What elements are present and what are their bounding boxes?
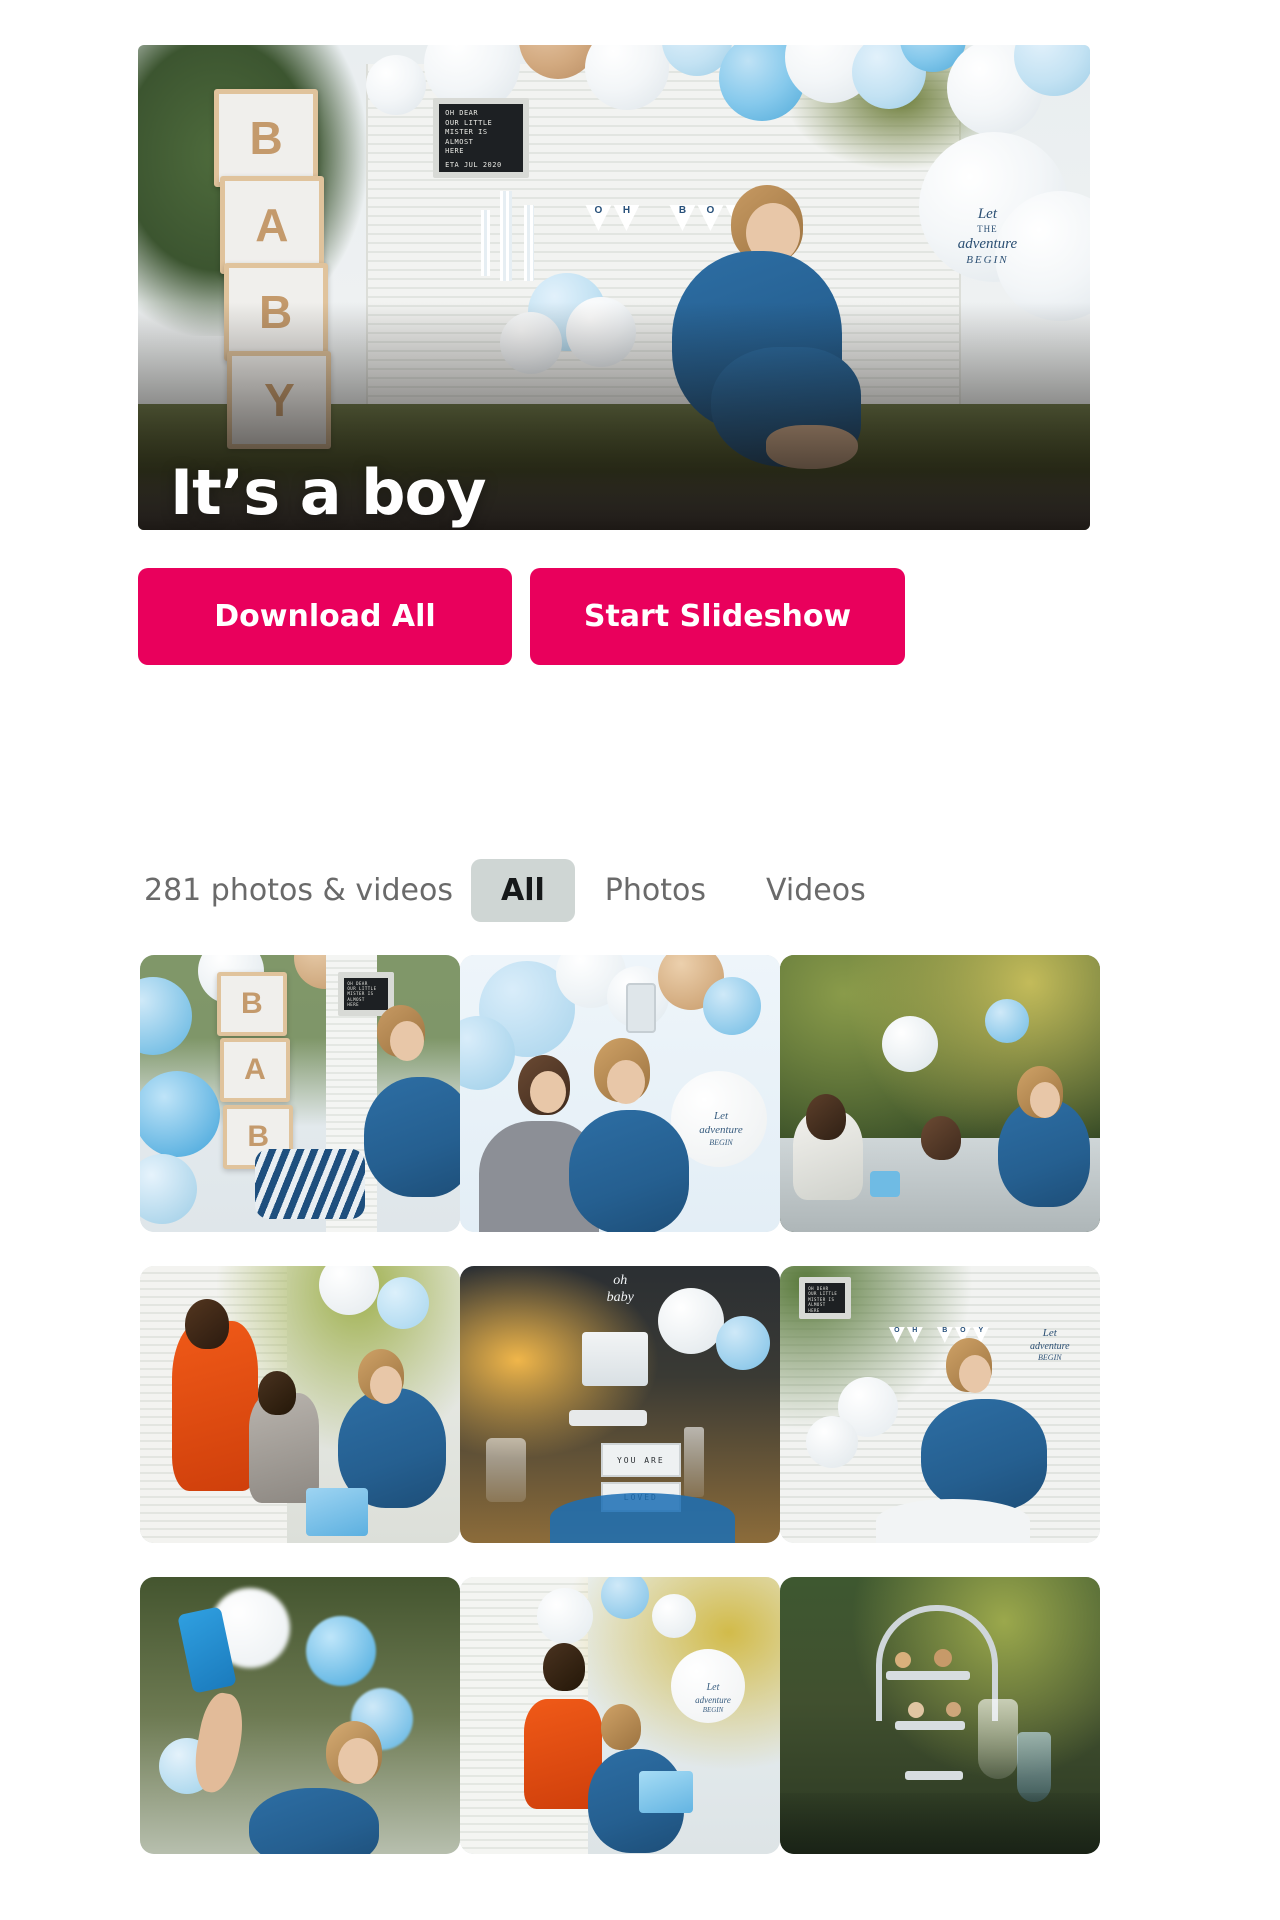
media-count-label: 281 photos & videos	[144, 872, 453, 908]
photo-grid: B A B OH DEAR OUR LITTLE MISTER IS ALMOST H…	[140, 955, 1100, 1854]
thumbnail-3[interactable]	[780, 955, 1100, 1232]
start-slideshow-button[interactable]: Start Slideshow	[530, 568, 905, 665]
download-all-button[interactable]: Download All	[138, 568, 512, 665]
thumbnail-5[interactable]: ohbaby YOU ARE LOVED	[460, 1266, 780, 1543]
letterboard-sign: OH DEAR OUR LITTLE MISTER IS ALMOST HERE…	[433, 98, 530, 179]
tab-photos[interactable]: Photos	[575, 859, 736, 922]
gallery-tabs: All Photos Videos	[471, 858, 896, 922]
thumbnail-8[interactable]: Let adventure BEGIN	[460, 1577, 780, 1854]
hero-banner[interactable]: OH DEAR OUR LITTLE MISTER IS ALMOST HERE…	[138, 45, 1090, 530]
tab-all[interactable]: All	[471, 858, 575, 922]
thumbnail-4[interactable]	[140, 1266, 460, 1543]
thumbnail-1[interactable]: B A B OH DEAR OUR LITTLE MISTER IS ALMOST H…	[140, 955, 460, 1232]
hero-title: It’s a boy	[170, 456, 487, 529]
thumbnail-7[interactable]	[140, 1577, 460, 1854]
gallery-filter-bar: 281 photos & videos All Photos Videos	[144, 845, 1084, 935]
thumbnail-6[interactable]: OH DEAR OUR LITTLE MISTER IS ALMOST HERE O …	[780, 1266, 1100, 1543]
thumbnail-2[interactable]: Let adventure BEGIN	[460, 955, 780, 1232]
gallery-page: OH DEAR OUR LITTLE MISTER IS ALMOST HERE…	[0, 0, 1280, 1920]
thumbnail-9[interactable]	[780, 1577, 1100, 1854]
action-buttons: Download All Start Slideshow	[138, 568, 905, 665]
tab-videos[interactable]: Videos	[736, 859, 896, 922]
